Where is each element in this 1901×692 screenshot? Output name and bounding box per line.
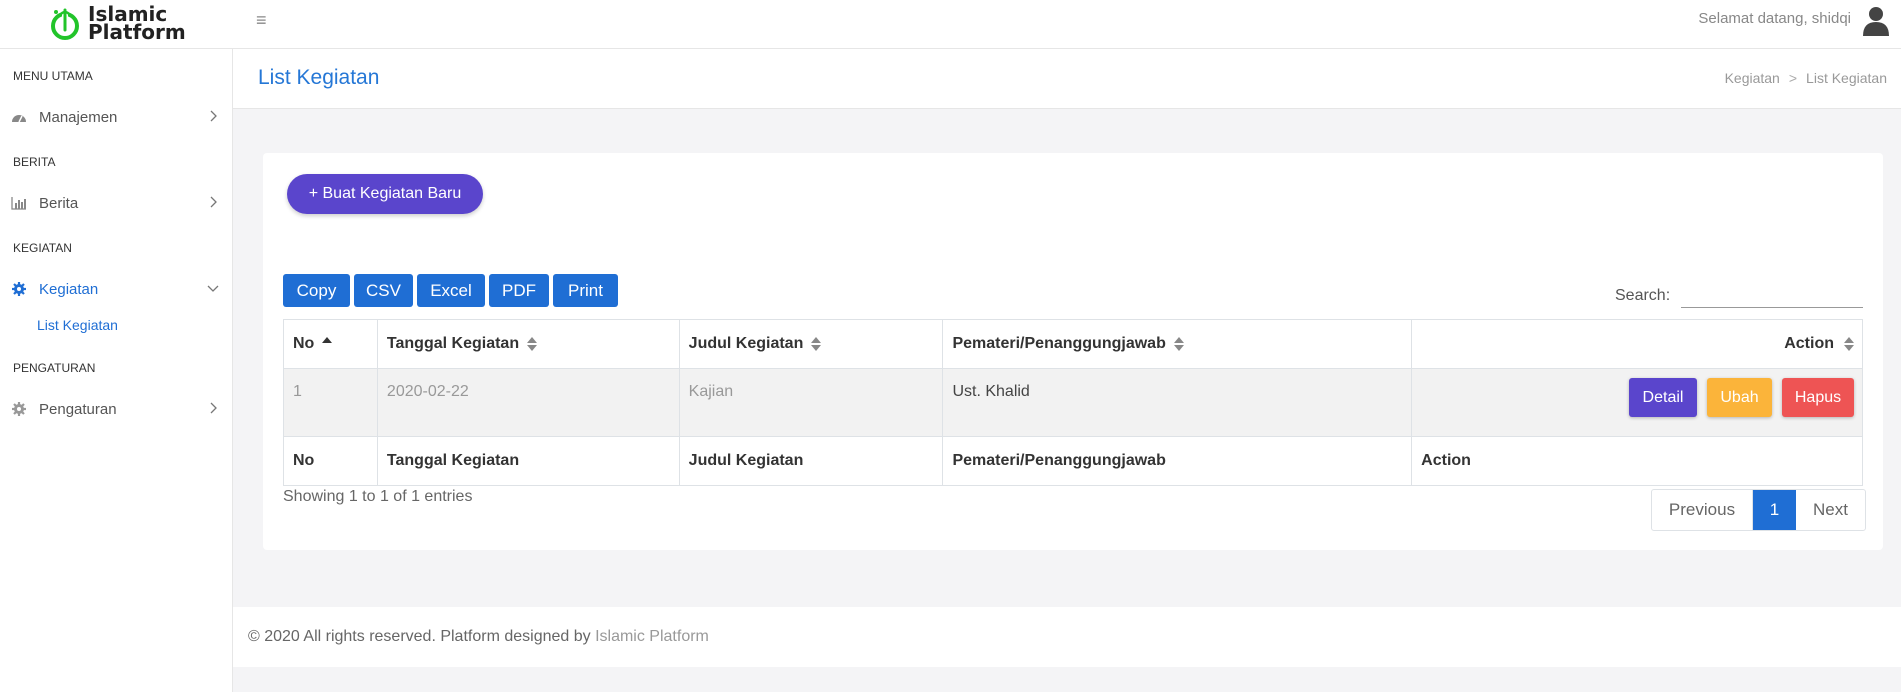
pagination: Previous 1 Next <box>1651 489 1866 531</box>
table-header-row: No Tanggal Kegiatan Judul Kegiatan Pemat… <box>283 319 1863 369</box>
menu-toggle-icon[interactable]: ≡ <box>256 10 267 31</box>
excel-button[interactable]: Excel <box>417 274 485 307</box>
sort-icon <box>811 336 822 352</box>
column-label: Pemateri/Penanggungjawab <box>952 335 1166 352</box>
sidebar-item-label: Manajemen <box>39 108 118 126</box>
detail-button[interactable]: Detail <box>1629 378 1697 417</box>
chevron-right-icon <box>206 401 220 415</box>
next-page-button[interactable]: Next <box>1796 490 1865 530</box>
hapus-button[interactable]: Hapus <box>1782 378 1854 417</box>
footer-header-no: No <box>283 436 378 486</box>
sidebar: MENU UTAMA Manajemen BERITA Berita KEGIA… <box>0 49 233 692</box>
copyright-text: © 2020 All rights reserved. Platform des… <box>248 628 596 645</box>
sidebar-header-menu-utama: MENU UTAMA <box>13 69 93 83</box>
sidebar-item-label: Kegiatan <box>39 280 99 298</box>
cell-pemateri: Ust. Khalid <box>942 368 1413 437</box>
column-header-pemateri[interactable]: Pemateri/Penanggungjawab <box>942 319 1413 369</box>
csv-button[interactable]: CSV <box>354 274 413 307</box>
breadcrumb-item-kegiatan[interactable]: Kegiatan <box>1725 70 1780 86</box>
column-label: Action <box>1784 335 1834 352</box>
cell-no: 1 <box>283 368 378 437</box>
sidebar-item-manajemen[interactable]: Manajemen <box>0 102 232 132</box>
sort-icon <box>1844 336 1854 352</box>
cell-tanggal: 2020-02-22 <box>376 368 680 437</box>
table-footer-row: No Tanggal Kegiatan Judul Kegiatan Pemat… <box>283 436 1863 486</box>
breadcrumb-item-current: List Kegiatan <box>1806 70 1887 86</box>
column-label: No <box>293 335 315 352</box>
footer-link[interactable]: Islamic Platform <box>595 628 709 645</box>
column-header-no[interactable]: No <box>283 319 378 369</box>
sidebar-item-berita[interactable]: Berita <box>0 188 232 218</box>
sidebar-header-berita: BERITA <box>13 155 56 169</box>
table-row: 1 2020-02-22 Kajian Ust. Khalid Detail U… <box>283 368 1863 437</box>
column-label: Tanggal Kegiatan <box>386 335 520 352</box>
column-label: Judul Kegiatan <box>688 335 804 352</box>
chevron-right-icon <box>206 195 220 209</box>
footer-header-pemateri: Pemateri/Penanggungjawab <box>942 436 1413 486</box>
brand-name: Islamic Platform <box>88 4 186 44</box>
chevron-right-icon <box>206 109 220 123</box>
previous-page-button[interactable]: Previous <box>1652 490 1753 530</box>
search-input[interactable] <box>1681 280 1863 308</box>
cell-judul: Kajian <box>678 368 944 437</box>
welcome-text: Selamat datang, shidqi <box>1698 10 1851 27</box>
sidebar-item-label: Pengaturan <box>39 400 117 418</box>
footer-text: © 2020 All rights reserved. Platform des… <box>248 628 709 646</box>
top-bar: Islamic Platform ≡ Selamat datang, shidq… <box>0 0 1901 49</box>
ubah-button[interactable]: Ubah <box>1707 378 1772 417</box>
user-avatar-icon[interactable] <box>1861 4 1891 38</box>
search-label: Search: <box>1615 287 1671 304</box>
gear-icon <box>11 401 27 417</box>
dashboard-icon <box>11 109 27 125</box>
pdf-button[interactable]: PDF <box>489 274 549 307</box>
sort-ascending-icon <box>322 336 333 352</box>
page-title: List Kegiatan <box>258 66 380 89</box>
print-button[interactable]: Print <box>553 274 618 307</box>
chevron-right-icon: > <box>1788 70 1798 86</box>
sidebar-item-kegiatan[interactable]: Kegiatan <box>0 274 232 304</box>
sidebar-item-label: Berita <box>39 194 79 212</box>
bar-chart-icon <box>11 195 27 211</box>
column-header-judul[interactable]: Judul Kegiatan <box>678 319 944 369</box>
column-header-action[interactable]: Action <box>1411 319 1863 369</box>
footer-header-action: Action <box>1411 436 1863 486</box>
create-kegiatan-button[interactable]: + Buat Kegiatan Baru <box>287 174 483 214</box>
brand-logo[interactable]: Islamic Platform <box>48 2 186 44</box>
table-info: Showing 1 to 1 of 1 entries <box>283 488 473 505</box>
footer-header-tanggal: Tanggal Kegiatan <box>376 436 680 486</box>
kegiatan-table: No Tanggal Kegiatan Judul Kegiatan Pemat… <box>283 319 1863 486</box>
gear-icon <box>11 281 27 297</box>
sidebar-subitem-list-kegiatan[interactable]: List Kegiatan <box>37 317 118 333</box>
page-header: List Kegiatan Kegiatan > List Kegiatan <box>233 49 1901 109</box>
footer-header-judul: Judul Kegiatan <box>678 436 944 486</box>
row-actions: Detail Ubah Hapus <box>1421 378 1854 417</box>
brand-line-2: Platform <box>88 20 186 44</box>
copy-button[interactable]: Copy <box>283 274 350 307</box>
sidebar-header-kegiatan: KEGIATAN <box>13 241 72 255</box>
column-header-tanggal[interactable]: Tanggal Kegiatan <box>376 319 680 369</box>
content-card: + Buat Kegiatan Baru Copy CSV Excel PDF … <box>263 153 1883 550</box>
page-footer: © 2020 All rights reserved. Platform des… <box>233 607 1901 667</box>
sort-icon <box>527 336 538 352</box>
export-button-group: Copy CSV Excel PDF Print <box>283 274 622 307</box>
page-button-current[interactable]: 1 <box>1753 490 1796 530</box>
sort-icon <box>1173 336 1184 352</box>
chevron-down-icon <box>206 281 220 295</box>
cell-actions: Detail Ubah Hapus <box>1411 368 1863 437</box>
breadcrumb: Kegiatan > List Kegiatan <box>1725 70 1887 86</box>
logo-mark-icon <box>48 6 82 40</box>
sidebar-item-pengaturan[interactable]: Pengaturan <box>0 394 232 424</box>
sidebar-header-pengaturan: PENGATURAN <box>13 361 96 375</box>
